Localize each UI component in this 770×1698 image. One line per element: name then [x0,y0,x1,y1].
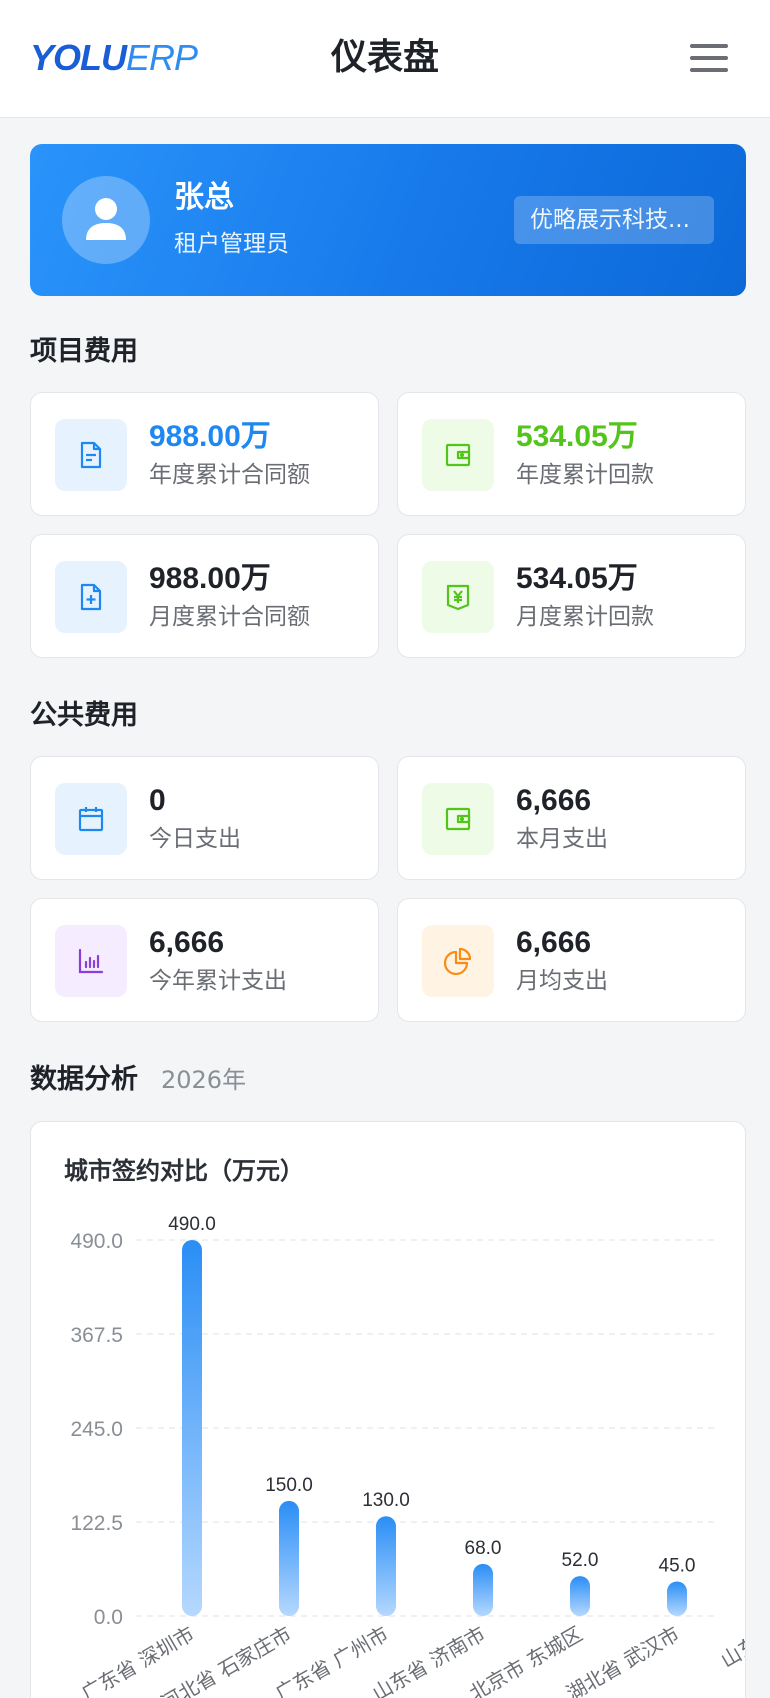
city-contract-bar-chart: 0.0122.5245.0367.5490.0490.0广东省 深圳市150.0… [70,1214,746,1698]
x-tick-label: 山东省 [717,1622,746,1673]
user-icon [86,198,126,240]
y-tick-label: 245.0 [70,1418,123,1441]
bar [473,1563,493,1616]
bar [570,1576,590,1616]
user-name: 张总 [174,180,234,215]
hamburger-menu-icon[interactable] [690,42,728,72]
analysis-year: 2026年 [161,1066,247,1094]
bar [376,1516,396,1616]
bar-value-label: 130.0 [362,1490,410,1511]
stat-label: 年度累计回款 [516,462,654,488]
stat-card-today-expense[interactable]: 0 今日支出 [30,756,379,880]
page-title: 仪表盘 [330,37,439,78]
stat-value: 534.05万 [516,420,638,453]
bar [182,1240,202,1616]
stat-card-year-expense[interactable]: 6,666 今年累计支出 [30,898,379,1022]
stat-label: 今日支出 [149,826,241,852]
bar-value-label: 150.0 [265,1475,313,1496]
stat-card-monthly-contract[interactable]: 988.00万 月度累计合同额 [30,534,379,658]
document-add-icon [55,561,127,633]
user-role: 租户管理员 [174,231,289,257]
y-tick-label: 490.0 [70,1230,123,1253]
stat-label: 本月支出 [516,826,608,852]
stat-label: 月度累计回款 [516,604,654,630]
y-tick-label: 367.5 [70,1324,123,1347]
stat-label: 月度累计合同额 [149,604,310,630]
bar [279,1500,299,1616]
stat-card-annual-payment[interactable]: 534.05万 年度累计回款 [397,392,746,516]
stat-value: 0 [149,784,166,817]
wallet-icon [422,783,494,855]
stat-value: 6,666 [516,926,592,959]
bar-value-label: 490.0 [168,1214,216,1235]
document-icon [55,419,127,491]
user-card: 张总 租户管理员 优略展示科技... [30,144,746,296]
yen-wallet-icon [422,561,494,633]
stat-card-month-expense[interactable]: 6,666 本月支出 [397,756,746,880]
stat-card-monthly-payment[interactable]: 534.05万 月度累计回款 [397,534,746,658]
pie-chart-icon [422,925,494,997]
bar [667,1581,687,1616]
stat-value: 6,666 [516,784,592,817]
bar-chart-icon [55,925,127,997]
bar-value-label: 68.0 [465,1538,502,1559]
stat-value: 988.00万 [149,420,271,453]
stat-label: 年度累计合同额 [149,462,310,488]
stat-value: 534.05万 [516,562,638,595]
wallet-icon [422,419,494,491]
avatar[interactable] [62,176,150,264]
stat-value: 988.00万 [149,562,271,595]
stat-card-monthly-average[interactable]: 6,666 月均支出 [397,898,746,1022]
y-tick-label: 0.0 [94,1606,123,1629]
calendar-icon [55,783,127,855]
city-contract-chart-card: 城市签约对比（万元） 0.0 122.5 245.0 367.5 490.0 490.0 广… [30,1121,746,1698]
section-title-public-costs: 公共费用 [30,700,138,731]
y-tick-label: 122.5 [70,1512,123,1535]
bar-value-label: 52.0 [562,1550,599,1571]
section-title-project-costs: 项目费用 [30,336,138,367]
stat-card-annual-contract[interactable]: 988.00万 年度累计合同额 [30,392,379,516]
company-switcher-button[interactable]: 优略展示科技... [514,196,714,244]
stat-label: 今年累计支出 [149,968,287,994]
bar-value-label: 45.0 [659,1555,696,1576]
stat-value: 6,666 [149,926,225,959]
section-title-analysis: 数据分析 [30,1064,138,1095]
stat-label: 月均支出 [516,968,608,994]
top-bar: YOLUERP 仪表盘 [0,0,770,118]
